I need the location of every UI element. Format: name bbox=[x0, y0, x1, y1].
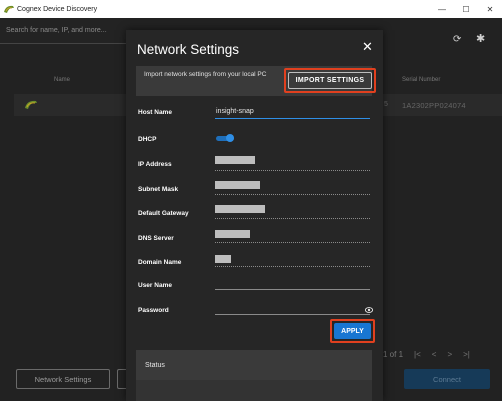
apply-button[interactable]: APPLY bbox=[334, 323, 371, 339]
host-name-input[interactable] bbox=[215, 118, 370, 119]
refresh-icon[interactable]: ⟳ bbox=[453, 34, 461, 45]
default-gateway-redacted bbox=[215, 205, 265, 213]
column-header-name[interactable]: Name bbox=[54, 77, 70, 83]
page-count: 1 of 1 bbox=[383, 350, 404, 359]
status-panel: Status bbox=[136, 350, 372, 380]
default-gateway-input[interactable] bbox=[215, 218, 370, 219]
dhcp-toggle-knob bbox=[226, 134, 234, 142]
maximize-button[interactable]: ☐ bbox=[454, 0, 478, 18]
host-name-value: insight-snap bbox=[216, 108, 254, 115]
domain-name-input[interactable] bbox=[215, 266, 370, 267]
host-name-label: Host Name bbox=[138, 109, 172, 116]
connect-button[interactable]: Connect bbox=[404, 369, 490, 389]
network-settings-dialog: Network Settings ✕ Import network settin… bbox=[126, 30, 383, 401]
ip-address-redacted bbox=[215, 156, 255, 164]
device-ip-fragment: 5 bbox=[384, 101, 388, 108]
domain-name-redacted bbox=[215, 255, 231, 263]
dhcp-label: DHCP bbox=[138, 136, 157, 143]
prev-page-button[interactable]: < bbox=[432, 350, 437, 359]
gear-icon[interactable]: ✱ bbox=[476, 32, 485, 45]
domain-name-label: Domain Name bbox=[138, 259, 182, 266]
window-close-button[interactable]: ✕ bbox=[478, 0, 502, 18]
status-output bbox=[136, 380, 372, 401]
last-page-button[interactable]: >| bbox=[463, 350, 470, 359]
device-serial: 1A2302PP024074 bbox=[402, 101, 466, 110]
close-icon[interactable]: ✕ bbox=[362, 39, 373, 55]
import-settings-button[interactable]: IMPORT SETTINGS bbox=[288, 72, 372, 89]
dns-server-label: DNS Server bbox=[138, 235, 174, 242]
dns-server-redacted bbox=[215, 230, 250, 238]
import-settings-highlight: IMPORT SETTINGS bbox=[284, 68, 376, 93]
dns-server-input[interactable] bbox=[215, 242, 370, 243]
subnet-mask-input[interactable] bbox=[215, 194, 370, 195]
window-titlebar: Cognex Device Discovery — ☐ ✕ bbox=[0, 0, 502, 18]
import-settings-panel: Import network settings from your local … bbox=[136, 66, 376, 96]
apply-highlight: APPLY bbox=[330, 319, 375, 343]
password-label: Password bbox=[138, 307, 169, 314]
cognex-app-icon bbox=[4, 5, 14, 13]
import-description: Import network settings from your local … bbox=[144, 71, 267, 78]
subnet-mask-label: Subnet Mask bbox=[138, 186, 179, 193]
camera-device-icon bbox=[25, 100, 37, 109]
dialog-title: Network Settings bbox=[137, 42, 240, 57]
password-input[interactable] bbox=[215, 314, 370, 315]
first-page-button[interactable]: |< bbox=[414, 350, 421, 359]
next-page-button[interactable]: > bbox=[447, 350, 452, 359]
pager: 1 of 1 |< < > >| bbox=[383, 350, 470, 359]
device-search-input[interactable]: Search for name, IP, and more... bbox=[0, 18, 130, 44]
ip-address-input[interactable] bbox=[215, 170, 370, 171]
eye-icon[interactable] bbox=[365, 307, 373, 313]
window-title: Cognex Device Discovery bbox=[17, 5, 98, 13]
default-gateway-label: Default Gateway bbox=[138, 210, 189, 217]
dhcp-toggle[interactable] bbox=[216, 134, 236, 142]
subnet-mask-redacted bbox=[215, 181, 260, 189]
user-name-label: User Name bbox=[138, 282, 172, 289]
minimize-button[interactable]: — bbox=[430, 0, 454, 18]
column-header-serial[interactable]: Serial Number bbox=[402, 77, 440, 83]
ip-address-label: IP Address bbox=[138, 161, 172, 168]
network-settings-button[interactable]: Network Settings bbox=[16, 369, 110, 389]
status-label: Status bbox=[145, 362, 165, 369]
user-name-input[interactable] bbox=[215, 289, 370, 290]
